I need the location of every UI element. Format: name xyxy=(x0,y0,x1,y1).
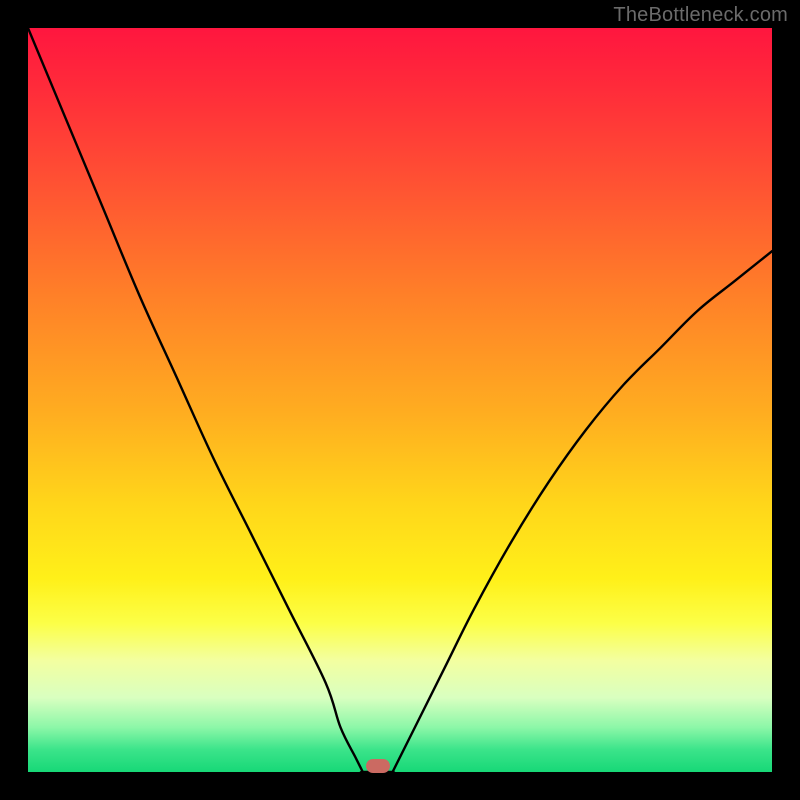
optimal-point-marker xyxy=(366,759,390,773)
plot-area xyxy=(28,28,772,772)
chart-frame: TheBottleneck.com xyxy=(0,0,800,800)
bottleneck-curve xyxy=(28,28,772,772)
watermark-text: TheBottleneck.com xyxy=(613,4,788,27)
